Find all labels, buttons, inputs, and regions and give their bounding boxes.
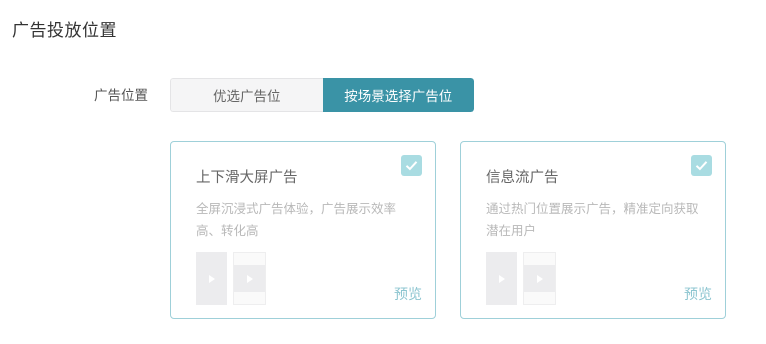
play-icon: [208, 274, 215, 283]
check-icon: [695, 161, 708, 171]
play-icon: [246, 274, 253, 283]
card-title: 信息流广告: [486, 170, 559, 186]
card-description: 通过热门位置展示广告，精准定向获取潜在用户: [486, 201, 699, 238]
preview-thumbnail-vertical: [196, 252, 227, 305]
preview-link[interactable]: 预览: [394, 284, 422, 304]
placement-segmented-control: 优选广告位 按场景选择广告位: [170, 78, 474, 112]
ad-card-fullscreen[interactable]: 上下滑大屏广告 全屏沉浸式广告体验，广告展示效率高、转化高 预览: [170, 141, 436, 319]
preview-thumbnail-vertical: [486, 252, 517, 305]
preview-thumbnail-feed: [233, 252, 266, 305]
card-checkbox[interactable]: [401, 155, 422, 176]
play-icon: [498, 274, 505, 283]
card-description: 全屏沉浸式广告体验，广告展示效率高、转化高: [196, 201, 397, 238]
option-scene-placement[interactable]: 按场景选择广告位: [322, 78, 474, 112]
option-preferred-placement[interactable]: 优选广告位: [170, 78, 323, 112]
preview-link[interactable]: 预览: [684, 284, 712, 304]
check-icon: [405, 161, 418, 171]
ad-card-feed[interactable]: 信息流广告 通过热门位置展示广告，精准定向获取潜在用户 预览: [460, 141, 726, 319]
card-checkbox[interactable]: [691, 155, 712, 176]
placement-label: 广告位置: [94, 88, 148, 104]
card-title: 上下滑大屏广告: [196, 170, 298, 186]
play-icon: [536, 274, 543, 283]
preview-thumbnail-feed: [523, 252, 556, 305]
section-title: 广告投放位置: [12, 21, 117, 41]
